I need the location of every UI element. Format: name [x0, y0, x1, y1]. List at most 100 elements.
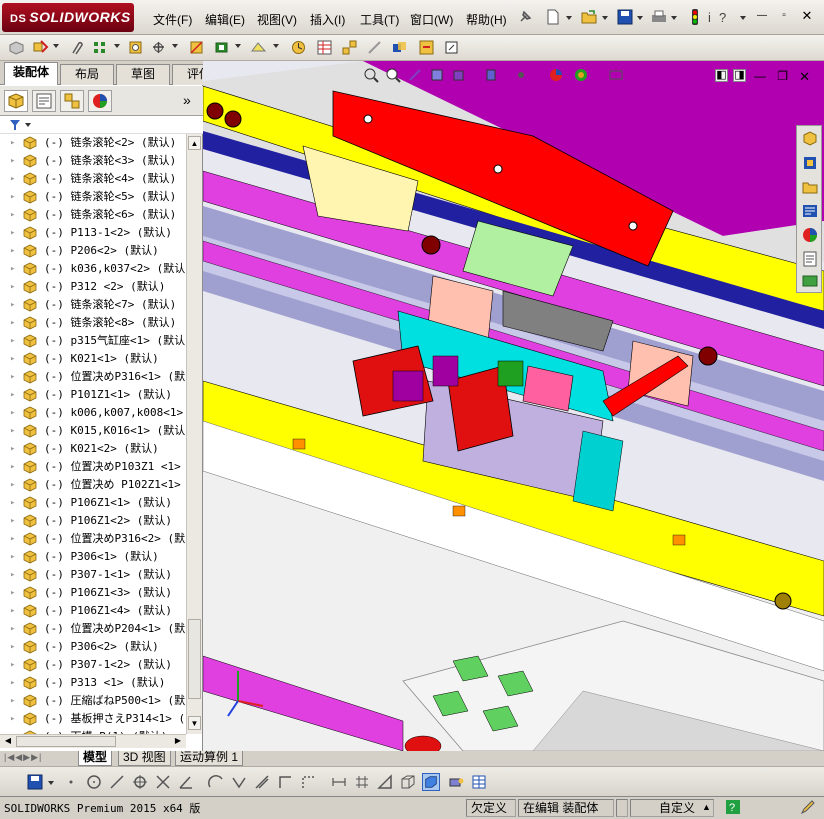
pencil-icon[interactable] — [800, 799, 816, 815]
custom-properties-icon[interactable] — [801, 250, 819, 268]
section-view-icon[interactable] — [429, 67, 445, 83]
menu-view[interactable]: 视图(V) — [257, 11, 297, 28]
expand-arrow-icon[interactable]: ▸ — [10, 350, 15, 368]
expand-arrow-icon[interactable]: ▸ — [10, 134, 15, 152]
tab-display-manager[interactable] — [88, 90, 112, 112]
arc-icon[interactable] — [207, 773, 225, 791]
expand-arrow-icon[interactable]: ▸ — [10, 386, 15, 404]
appearances-scenes-icon[interactable] — [801, 226, 819, 244]
help-icon[interactable]: ? — [716, 8, 734, 26]
tab-layout[interactable]: 布局 — [60, 64, 114, 85]
expand-arrow-icon[interactable]: ▸ — [10, 152, 15, 170]
new-dropdown-icon[interactable] — [566, 16, 572, 20]
view-settings-icon[interactable] — [608, 67, 624, 83]
tree-item[interactable]: ▸ (-) P206<2> (默认) — [0, 242, 186, 260]
solidworks-forum-icon[interactable] — [801, 272, 819, 290]
graphics-area[interactable]: ◧ ◨ — ❐ ✕ — [203, 61, 824, 751]
tab-assembly[interactable]: 装配体 — [4, 62, 58, 85]
tab-feature-tree[interactable] — [4, 90, 28, 112]
tree-item[interactable]: ▸ (-) P106Z1<1> (默认) — [0, 494, 186, 512]
save-icon[interactable] — [26, 773, 44, 791]
menu-insert[interactable]: 插入(I) — [310, 11, 345, 28]
tree-item[interactable]: ▸ (-) P101Z1<1> (默认) — [0, 386, 186, 404]
tree-item[interactable]: ▸ (-) 链条滚轮<6> (默认) — [0, 206, 186, 224]
help-icon[interactable]: ? — [725, 799, 741, 815]
mate-dropdown-icon[interactable] — [53, 44, 59, 48]
tab-configuration-manager[interactable] — [60, 90, 84, 112]
line-icon[interactable] — [108, 773, 126, 791]
expand-arrow-icon[interactable]: ▸ — [10, 170, 15, 188]
explode-line-sketch-icon[interactable] — [366, 39, 383, 56]
expand-arrow-icon[interactable]: ▸ — [10, 656, 15, 674]
expand-arrow-icon[interactable]: ▸ — [10, 674, 15, 692]
tree-item[interactable]: ▸ (-) 链条滚轮<3> (默认) — [0, 152, 186, 170]
tree-vertical-scrollbar[interactable]: ▲ ▼ — [186, 134, 202, 734]
centerpoint-icon[interactable] — [131, 773, 149, 791]
help-dropdown-icon[interactable] — [740, 16, 746, 20]
tree-item[interactable]: ▸ (-) 圧縮ばねP500<1> (默i — [0, 692, 186, 710]
tree-item[interactable]: ▸ (-) 位置决めP204<1> (默i — [0, 620, 186, 638]
tab-property-manager[interactable] — [32, 90, 56, 112]
tree-item[interactable]: ▸ (-) 位置决めP103Z1 <1> ( — [0, 458, 186, 476]
new-document-icon[interactable] — [544, 8, 562, 26]
features-dropdown-icon[interactable] — [235, 44, 241, 48]
tree-item[interactable]: ▸ (-) K021<1> (默认) — [0, 350, 186, 368]
instant3d-icon[interactable] — [443, 39, 460, 56]
tree-item[interactable]: ▸ (-) P106Z1<2> (默认) — [0, 512, 186, 530]
expand-arrow-icon[interactable]: ▸ — [10, 638, 15, 656]
tab-motion-study[interactable]: 运动算例 1 — [175, 751, 244, 766]
tree-item[interactable]: ▸ (-) P307-1<2> (默认) — [0, 656, 186, 674]
expand-arrow-icon[interactable]: ▸ — [10, 242, 15, 260]
open-folder-icon[interactable] — [580, 8, 598, 26]
tree-item[interactable]: ▸ (-) P312 <2> (默认) — [0, 278, 186, 296]
file-explorer-icon[interactable] — [801, 178, 819, 196]
assembly-features-icon[interactable] — [213, 39, 230, 56]
expand-arrow-icon[interactable]: ▸ — [10, 224, 15, 242]
shaded-display-icon[interactable] — [422, 773, 440, 791]
viewport-split-left-icon[interactable]: ◧ — [715, 69, 728, 82]
print-icon[interactable] — [650, 8, 668, 26]
solidworks-logo[interactable]: DS SOLIDWORKS — [2, 3, 134, 32]
menu-tools[interactable]: 工具(T) — [360, 11, 399, 28]
expand-arrow-icon[interactable]: ▸ — [10, 332, 15, 350]
point-icon[interactable] — [62, 773, 80, 791]
scroll-thumb[interactable] — [188, 619, 201, 699]
expand-arrow-icon[interactable]: ▸ — [10, 404, 15, 422]
tree-item[interactable]: ▸ (-) 链条滚轮<5> (默认) — [0, 188, 186, 206]
tangent-arc-icon[interactable] — [230, 773, 248, 791]
table-icon[interactable] — [470, 773, 488, 791]
expand-arrow-icon[interactable]: ▸ — [10, 188, 15, 206]
tree-item[interactable]: ▸ (-) P106Z1<4> (默认) — [0, 602, 186, 620]
expand-arrow-icon[interactable]: ▸ — [10, 314, 15, 332]
edit-appearance-icon[interactable] — [548, 67, 564, 83]
expand-arrow-icon[interactable]: ▸ — [10, 710, 15, 728]
viewport-minimize-button[interactable]: — — [754, 69, 766, 83]
camera-icon[interactable] — [447, 773, 465, 791]
zoom-to-area-icon[interactable] — [385, 67, 401, 83]
move-dropdown-icon[interactable] — [172, 44, 178, 48]
menu-file[interactable]: 文件(F) — [153, 11, 192, 28]
expand-arrow-icon[interactable]: ▸ — [10, 602, 15, 620]
construction-line-icon[interactable] — [299, 773, 317, 791]
tree-item[interactable]: ▸ (-) P313 <1> (默认) — [0, 674, 186, 692]
menu-help[interactable]: 帮助(H) — [466, 11, 507, 28]
box-3d-icon[interactable] — [399, 773, 417, 791]
display-style-icon[interactable] — [483, 67, 499, 83]
apply-scene-icon[interactable] — [573, 67, 589, 83]
filter-icon[interactable] — [8, 118, 34, 132]
expand-arrow-icon[interactable]: ▸ — [10, 260, 15, 278]
centerline-icon[interactable] — [253, 773, 271, 791]
expand-arrow-icon[interactable]: ▸ — [10, 422, 15, 440]
assembly-model-view[interactable] — [203, 61, 824, 751]
expand-arrow-icon[interactable]: ▸ — [10, 278, 15, 296]
save-icon[interactable] — [616, 8, 634, 26]
bill-of-materials-icon[interactable] — [316, 39, 333, 56]
trim-icon[interactable] — [154, 773, 172, 791]
zoom-to-fit-icon[interactable] — [363, 67, 379, 83]
tab-3d-view[interactable]: 3D 视图 — [118, 751, 171, 766]
tree-item[interactable]: ▸ (-) P307-1<1> (默认) — [0, 566, 186, 584]
view-orientation-icon[interactable] — [451, 67, 467, 83]
view-palette-icon[interactable] — [801, 202, 819, 220]
tree-item[interactable]: ▸ (-) k006,k007,k008<1> ( — [0, 404, 186, 422]
expand-arrow-icon[interactable]: ▸ — [10, 440, 15, 458]
